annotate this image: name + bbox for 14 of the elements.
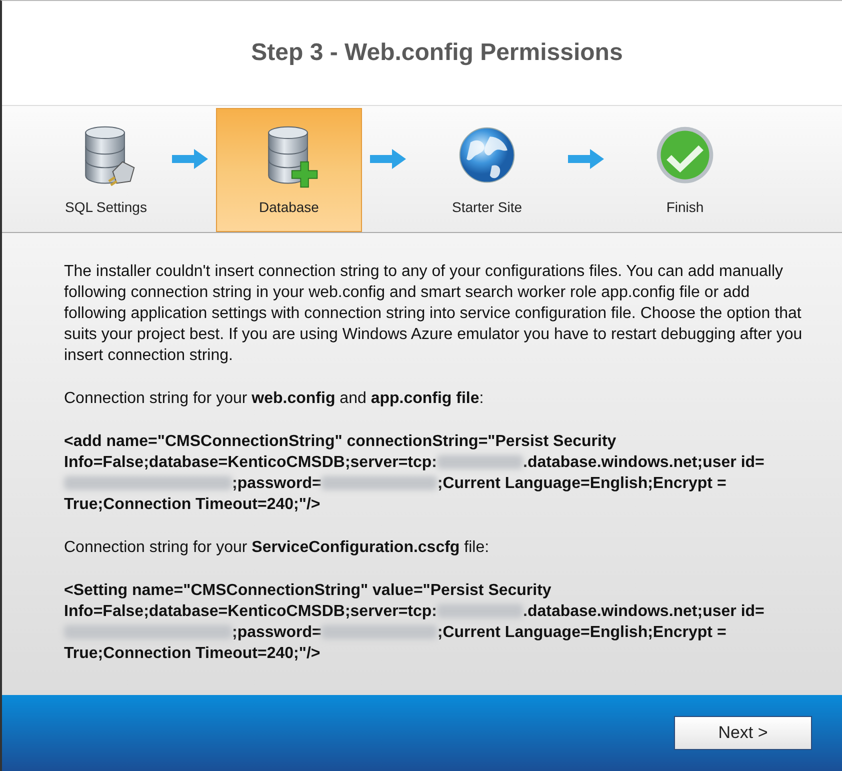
arrow-icon	[568, 149, 604, 169]
connection-string: <add name="CMSConnectionString" connectionString="Persist Security Info=False;database=KenticoCMSDB;server=tcp: .database.windows.net;user id= ;password= ;Current Language=English;Encrypt = True;Connection Timeout=240;"/>	[64, 432, 766, 515]
arrow-icon	[172, 149, 208, 169]
section-heading: Connection string for your ServiceConfiguration.cscfg file:	[64, 538, 490, 558]
wizard-step[interactable]: Finish	[612, 108, 758, 232]
wizard-step[interactable]: Starter Site	[414, 108, 560, 232]
wizard-step[interactable]: Database	[216, 108, 362, 232]
arrow-icon	[370, 149, 406, 169]
page-title: Step 3 - Web.config Permissions	[251, 39, 623, 67]
instructions-text: The installer couldn't insert connection string to any of your configurations files. You can add manually following connection string in your web.config and smart search worker role app.config file or add following application settings with connection string into service configuration file. Choose the option that suits your project best. If you are using Windows Azure emulator you have to restart debugging after you insert connection string.	[64, 262, 804, 366]
wizard-step[interactable]: SQL Settings	[48, 108, 164, 232]
connection-string: <Setting name="CMSConnectionString" value="Persist Security Info=False;database=KenticoCMSDB;server=tcp: .database.windows.net;user id= ;password= ;Current Language=English;Encrypt = True;Connection Timeout=240;"/>	[64, 581, 766, 664]
section-heading: Connection string for your web.config and app.config file:	[64, 389, 485, 409]
next-button[interactable]: Next >	[674, 716, 812, 750]
